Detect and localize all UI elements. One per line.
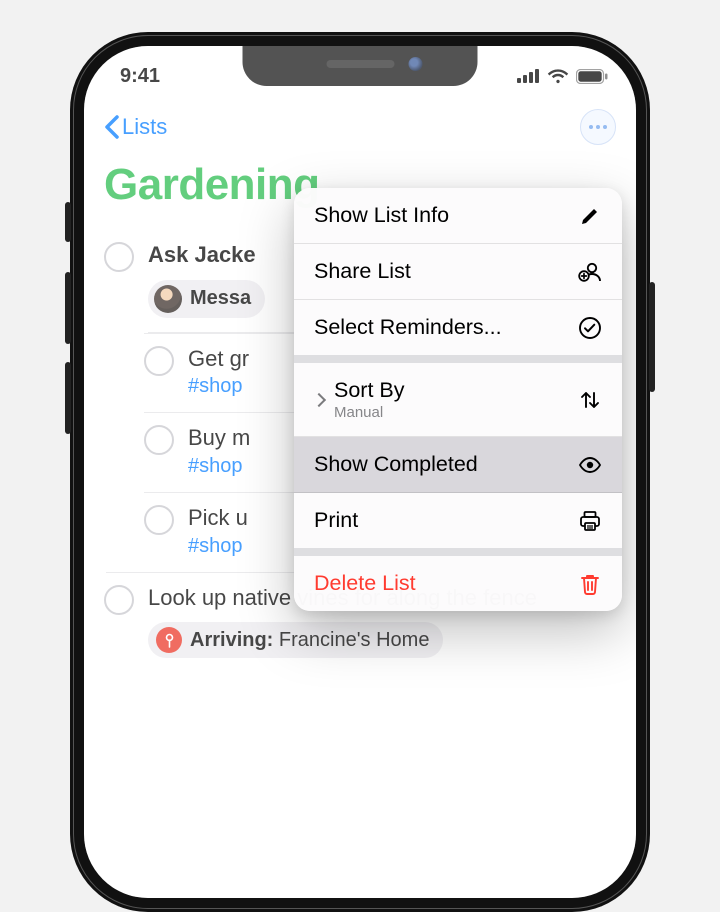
menu-sublabel: Manual — [334, 404, 405, 421]
complete-toggle[interactable] — [144, 425, 174, 455]
context-menu: Show List Info Share List Select Reminde… — [294, 188, 622, 611]
menu-print[interactable]: Print — [294, 493, 622, 556]
chevron-right-icon — [312, 392, 326, 406]
silent-switch — [65, 202, 71, 242]
menu-label: Show List Info — [314, 203, 449, 228]
menu-label: Delete List — [314, 571, 416, 596]
battery-icon — [576, 69, 608, 84]
menu-label: Select Reminders... — [314, 315, 502, 340]
volume-up-button — [65, 272, 71, 344]
menu-select-reminders[interactable]: Select Reminders... — [294, 300, 622, 363]
screen: 9:41 Lists Gardening As — [84, 46, 636, 898]
complete-toggle[interactable] — [144, 505, 174, 535]
sort-arrows-icon — [578, 388, 602, 412]
complete-toggle[interactable] — [144, 346, 174, 376]
device-frame: 9:41 Lists Gardening As — [70, 32, 650, 912]
cellular-icon — [517, 69, 540, 83]
more-button[interactable] — [580, 109, 616, 145]
trash-icon — [578, 572, 602, 596]
person-add-icon — [578, 260, 602, 284]
complete-toggle[interactable] — [104, 585, 134, 615]
location-chip[interactable]: Arriving: Francine's Home — [148, 622, 443, 658]
location-chip-label: Arriving: Francine's Home — [190, 629, 429, 652]
message-chip[interactable]: Messa — [148, 280, 265, 318]
back-label: Lists — [122, 114, 167, 140]
message-chip-label: Messa — [190, 287, 251, 310]
status-time: 9:41 — [120, 65, 160, 88]
menu-show-completed[interactable]: Show Completed — [294, 437, 622, 493]
side-button — [649, 282, 655, 392]
avatar — [154, 285, 182, 313]
complete-toggle[interactable] — [104, 242, 134, 272]
eye-icon — [578, 453, 602, 477]
chevron-left-icon — [104, 115, 120, 139]
pencil-icon — [578, 204, 602, 228]
status-indicators — [517, 68, 608, 84]
menu-label: Share List — [314, 259, 411, 284]
menu-delete-list[interactable]: Delete List — [294, 556, 622, 611]
menu-label: Show Completed — [314, 452, 478, 477]
checkmark-circle-icon — [578, 316, 602, 340]
menu-show-list-info[interactable]: Show List Info — [294, 188, 622, 244]
printer-icon — [578, 509, 602, 533]
volume-down-button — [65, 362, 71, 434]
notch — [243, 46, 478, 86]
nav-bar: Lists — [104, 100, 616, 154]
menu-share-list[interactable]: Share List — [294, 244, 622, 300]
back-button[interactable]: Lists — [104, 114, 167, 140]
menu-label: Print — [314, 508, 358, 533]
location-pin-icon — [156, 627, 182, 653]
menu-sort-by[interactable]: Sort By Manual — [294, 363, 622, 437]
menu-label: Sort By — [334, 378, 405, 403]
wifi-icon — [547, 68, 569, 84]
